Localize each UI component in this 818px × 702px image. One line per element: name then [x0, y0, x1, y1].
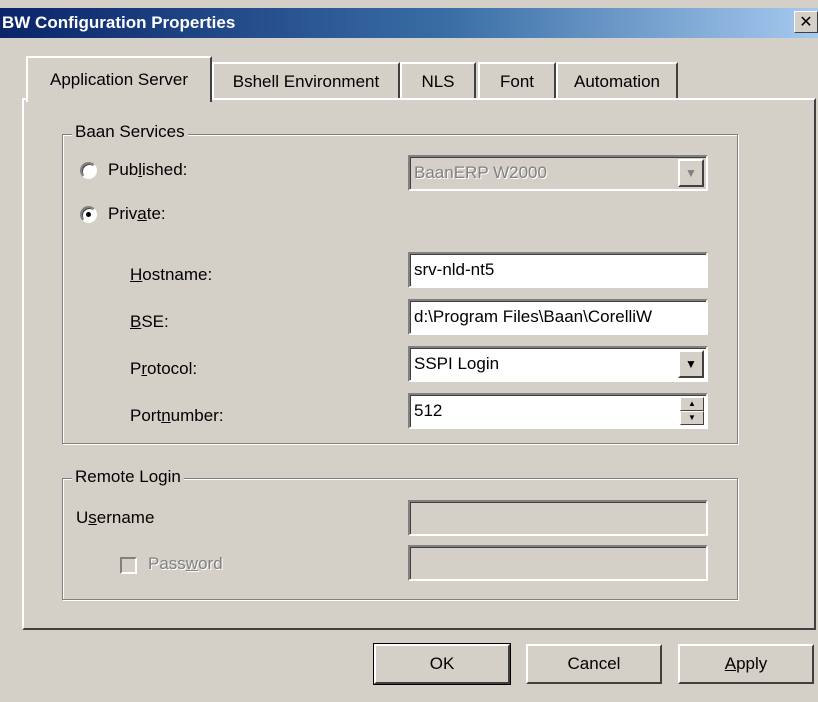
spin-up-button[interactable]: ▲: [680, 397, 704, 411]
remote-login-group: [62, 478, 738, 600]
protocol-select[interactable]: SSPI Login ▼: [408, 346, 708, 382]
chevron-down-icon: ▼: [685, 357, 697, 371]
protocol-label: Protocol:: [130, 359, 198, 378]
arrow-up-icon: ▲: [688, 399, 696, 408]
password-input: [408, 545, 708, 581]
protocol-dropdown-button[interactable]: ▼: [678, 350, 704, 378]
portnumber-value: 512: [414, 401, 443, 420]
chevron-down-icon: ▼: [685, 166, 697, 180]
radio-selected-dot: [86, 212, 91, 217]
spin-down-button[interactable]: ▼: [680, 411, 704, 425]
portnumber-label: Portnumber:: [130, 406, 224, 425]
arrow-down-icon: ▼: [688, 413, 696, 422]
published-radio[interactable]: [80, 162, 97, 179]
hostname-value: srv-nld-nt5: [414, 260, 495, 279]
published-label: Published:: [108, 160, 188, 179]
password-checkbox: [120, 557, 137, 574]
bse-input[interactable]: d:\Program Files\Baan\CorelliW: [408, 299, 708, 335]
username-label: Username: [76, 508, 155, 527]
dialog-window: BW Configuration Properties ✕ Applicatio…: [0, 0, 818, 702]
remote-login-label: Remote Login: [72, 467, 184, 487]
username-input: [408, 500, 708, 536]
published-dropdown-button: ▼: [678, 159, 704, 187]
private-radio[interactable]: [80, 206, 97, 223]
private-label: Private:: [108, 204, 166, 223]
published-select: BaanERP W2000 ▼: [408, 155, 708, 191]
published-select-value: BaanERP W2000: [414, 163, 547, 182]
portnumber-spinner[interactable]: ▲ ▼: [680, 397, 704, 425]
hostname-label: Hostname:: [130, 265, 213, 284]
hostname-input[interactable]: srv-nld-nt5: [408, 252, 708, 288]
password-label: Password: [148, 554, 223, 573]
portnumber-input[interactable]: 512 ▲ ▼: [408, 393, 708, 429]
protocol-value: SSPI Login: [414, 354, 500, 373]
bse-label: BSE:: [130, 312, 169, 331]
bse-value: d:\Program Files\Baan\CorelliW: [414, 307, 653, 326]
